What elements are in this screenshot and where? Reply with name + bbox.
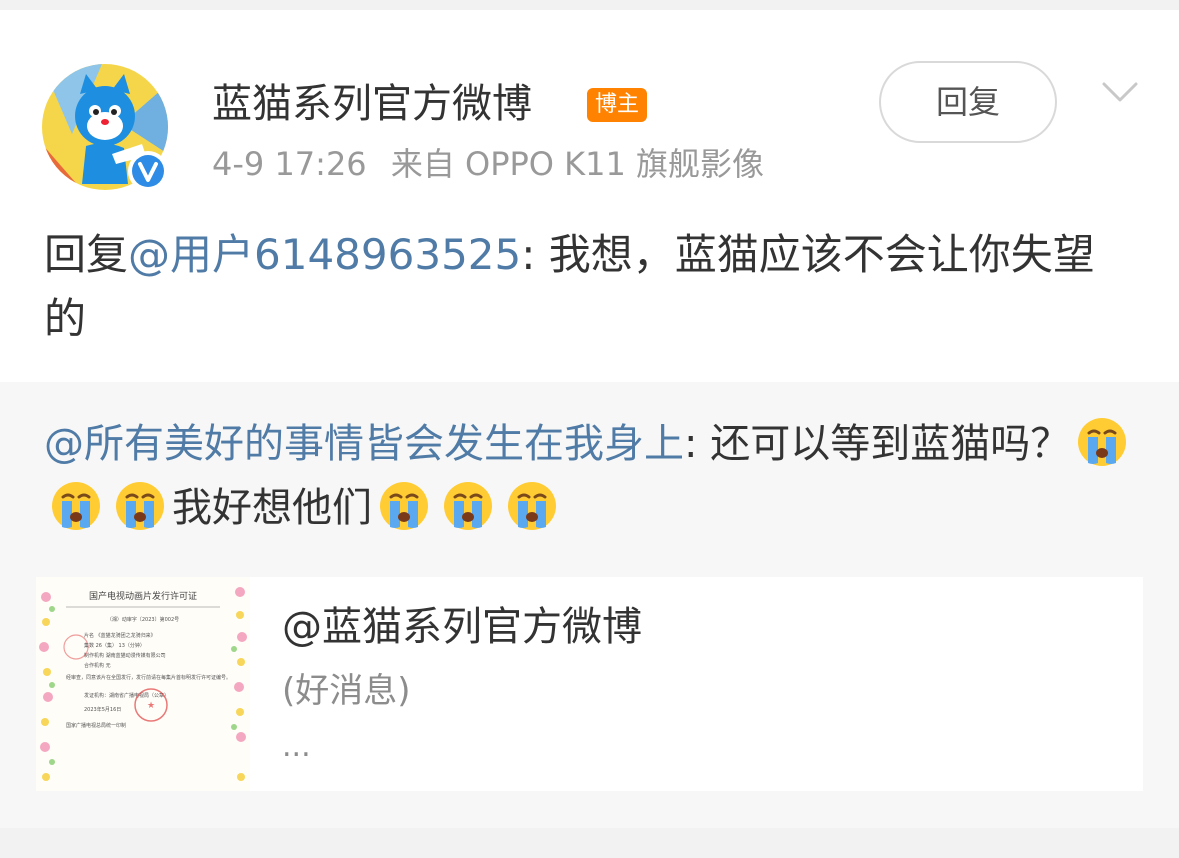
thumb-line: 制作机构 湖南蓝猫动漫传媒有限公司	[84, 652, 166, 659]
quoted-text: @所有美好的事情皆会发生在我身上: 还可以等到蓝猫吗？ 我好想他们	[44, 412, 1144, 540]
link-card-ellipsis: ...	[282, 729, 311, 764]
author-name[interactable]: 蓝猫系列官方微博	[212, 74, 532, 134]
thumb-line: 合作机构 无	[84, 662, 111, 669]
post-text: 回复@用户6148963525: 我想，蓝猫应该不会让你失望的	[44, 223, 1134, 351]
reply-prefix: 回复	[44, 230, 129, 279]
crying-face-emoji	[1076, 415, 1128, 467]
crying-face-emoji	[442, 479, 494, 531]
thumb-title: 国产电视动画片发行许可证	[89, 590, 197, 602]
link-card-title: @蓝猫系列官方微博	[282, 604, 642, 650]
link-card-subtitle: (好消息)	[282, 671, 411, 711]
quoted-body-b: 我好想他们	[172, 485, 372, 531]
reply-card: 蓝猫系列官方微博 博主 4-9 17:26 来自 OPPO K11 旗舰影像 回…	[0, 10, 1179, 382]
verified-v-icon	[127, 150, 169, 192]
blogger-badge: 博主	[587, 88, 648, 122]
crying-face-emoji	[50, 479, 102, 531]
mention-link[interactable]: @用户6148963525	[128, 230, 521, 279]
svg-text:★: ★	[147, 701, 155, 711]
reply-button[interactable]: 回复	[879, 61, 1057, 143]
link-card[interactable]: 国产电视动画片发行许可证 （湘）动审字〔2023〕第002号 片名 《蓝猫龙骑团…	[36, 577, 1143, 791]
post-source: 来自 OPPO K11 旗舰影像	[390, 145, 765, 183]
quoted-body-a: : 还可以等到蓝猫吗？	[684, 421, 1071, 467]
thumb-line: 片名 《蓝猫龙骑团之龙骑归来》	[84, 632, 156, 639]
license-thumbnail[interactable]: 国产电视动画片发行许可证 （湘）动审字〔2023〕第002号 片名 《蓝猫龙骑团…	[36, 577, 250, 791]
quoted-mention-link[interactable]: @所有美好的事情皆会发生在我身上	[44, 421, 684, 467]
thumb-line: 发证机构：湖南省广播电视局（公章）	[84, 692, 169, 699]
quoted-comment[interactable]: @所有美好的事情皆会发生在我身上: 还可以等到蓝猫吗？ 我好想他们 国产电视动画片…	[0, 382, 1179, 828]
thumb-line: 2023年5月16日	[84, 706, 121, 713]
thumb-line: 经审查，同意该片在全国发行，发行前请在每集片首标明发行许可证编号。	[66, 674, 231, 681]
crying-face-emoji	[506, 479, 558, 531]
crying-face-emoji	[378, 479, 430, 531]
thumb-line: 集数 26（集） 13（分钟）	[84, 642, 145, 649]
thumb-line: 国家广播电视总局统一印制	[66, 722, 126, 729]
bottom-divider	[0, 828, 1179, 858]
crying-face-emoji	[114, 479, 166, 531]
chevron-down-icon[interactable]	[1102, 80, 1138, 104]
post-time: 4-9 17:26	[212, 145, 367, 183]
crying-emoji-group-2	[372, 482, 564, 531]
thumb-number: （湘）动审字〔2023〕第002号	[107, 616, 179, 623]
top-divider	[0, 0, 1179, 10]
post-meta: 4-9 17:26 来自 OPPO K11 旗舰影像	[212, 142, 764, 186]
